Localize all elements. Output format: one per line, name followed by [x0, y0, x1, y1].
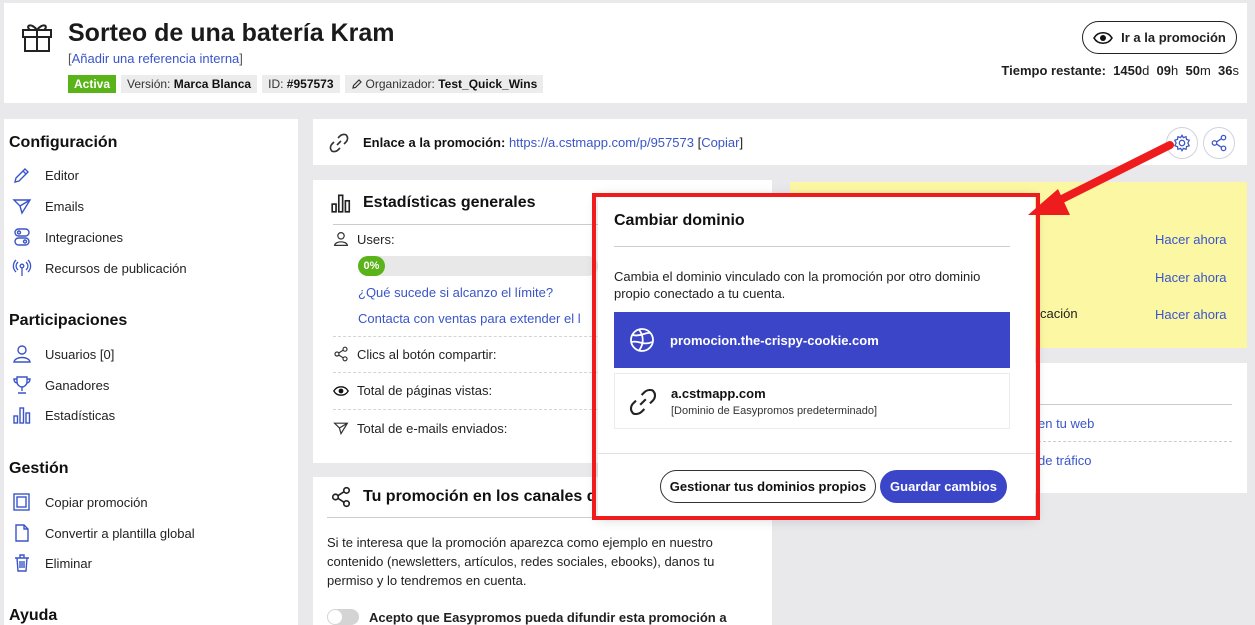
document-icon — [15, 524, 29, 542]
share-icon — [331, 486, 351, 508]
send-icon — [12, 199, 32, 215]
promotion-link-text: Enlace a la promoción: https://a.cstmapp… — [363, 135, 744, 150]
page-views-row: Total de páginas vistas: — [333, 383, 492, 398]
users-progress-bar: 0% — [358, 256, 598, 276]
contact-sales-link[interactable]: Contacta con ventas para extender el l — [358, 311, 581, 326]
sidebar-item-winners[interactable]: Ganadores — [12, 375, 109, 395]
pencil-icon — [351, 79, 362, 89]
sidebar-item-users[interactable]: Usuarios [0] — [12, 344, 114, 364]
domain-option-default[interactable]: a.cstmapp.com [Dominio de Easypromos pre… — [614, 373, 1010, 429]
copy-icon — [13, 493, 30, 511]
participations-section-title: Participaciones — [9, 312, 128, 329]
go-to-promotion-button[interactable]: Ir a la promoción — [1082, 21, 1237, 54]
sidebar-item-convert-template[interactable]: Convertir a plantilla global — [12, 523, 195, 543]
user-icon — [333, 232, 349, 246]
bar-chart-icon — [331, 194, 351, 213]
status-badge: Activa — [68, 75, 117, 93]
diffusion-toggle[interactable] — [327, 609, 359, 625]
config-section-title: Configuración — [9, 134, 118, 151]
add-internal-ref-link[interactable]: Añadir una referencia interna — [72, 51, 240, 66]
time-remaining: Tiempo restante: 1450d 09h 50m 36s — [1001, 63, 1239, 78]
gift-icon — [22, 24, 52, 52]
divider — [598, 453, 1035, 454]
sidebar-item-emails[interactable]: Emails — [12, 196, 84, 216]
channels-title: Tu promoción en los canales d — [363, 488, 597, 505]
divider — [1038, 441, 1232, 442]
bar-chart-icon — [13, 407, 31, 424]
share-icon — [1211, 134, 1227, 152]
save-changes-button[interactable]: Guardar cambios — [880, 470, 1007, 503]
eye-icon — [333, 385, 349, 396]
link-icon — [329, 133, 349, 153]
divider — [327, 517, 767, 518]
sidebar-item-publication-resources[interactable]: Recursos de publicación — [12, 258, 187, 278]
user-icon — [13, 345, 31, 363]
modal-title: Cambiar dominio — [614, 212, 745, 229]
globe-icon — [630, 328, 654, 352]
copy-link[interactable]: Copiar — [701, 135, 739, 150]
pencil-icon — [14, 168, 29, 183]
do-now-link-2[interactable]: Hacer ahora — [1155, 270, 1227, 285]
version-badge: Versión: Marca Blanca — [121, 75, 258, 93]
share-clicks-row: Clics al botón compartir: — [333, 346, 496, 362]
sidebar-item-editor[interactable]: Editor — [12, 165, 79, 185]
sidebar-item-delete[interactable]: Eliminar — [12, 553, 92, 573]
do-now-link-1[interactable]: Hacer ahora — [1155, 232, 1227, 247]
sidebar-item-statistics[interactable]: Estadísticas — [12, 405, 115, 425]
share-icon — [334, 346, 348, 362]
web-link[interactable]: en tu web — [1038, 416, 1094, 431]
promotion-header: Sorteo de una batería Kram [Añadir una r… — [4, 3, 1247, 103]
diffusion-consent: Acepto que Easypromos pueda difundir est… — [327, 609, 727, 625]
sidebar: Configuración Editor Emails Integracione… — [4, 119, 298, 625]
change-domain-modal: Cambiar dominio Cambia el dominio vincul… — [598, 195, 1035, 517]
link-icon — [629, 388, 657, 416]
stats-title: Estadísticas generales — [363, 194, 536, 211]
domain-option-custom[interactable]: promocion.the-crispy-cookie.com — [614, 312, 1010, 368]
sidebar-item-copy[interactable]: Copiar promoción — [12, 492, 148, 512]
trash-icon — [15, 554, 29, 572]
emails-sent-row: Total de e-mails enviados: — [333, 420, 507, 436]
manage-domains-button[interactable]: Gestionar tus dominios propios — [660, 470, 876, 503]
do-now-link-3[interactable]: Hacer ahora — [1155, 307, 1227, 322]
id-badge: ID: #957573 — [262, 75, 340, 93]
organizer-badge: Organizador: Test_Quick_Wins — [344, 75, 544, 93]
page-title: Sorteo de una batería Kram — [68, 19, 395, 47]
channels-description: Si te interesa que la promoción aparezca… — [327, 535, 715, 588]
sidebar-item-integrations[interactable]: Integraciones — [12, 227, 123, 247]
broadcast-icon — [12, 259, 32, 276]
traffic-link[interactable]: de tráfico — [1038, 453, 1091, 468]
promotion-url-link[interactable]: https://a.cstmapp.com/p/957573 — [509, 135, 694, 150]
partial-task-text: cación — [1040, 306, 1078, 321]
share-button[interactable] — [1203, 127, 1235, 159]
users-row: Users: — [333, 231, 395, 247]
divider — [1038, 404, 1232, 405]
send-icon — [333, 422, 349, 436]
badges: Activa Versión: Marca Blanca ID: #957573… — [68, 75, 544, 93]
modal-description: Cambia el dominio vinculado con la promo… — [614, 269, 981, 301]
internal-ref-line: [Añadir una referencia interna] — [68, 51, 243, 66]
eye-icon — [1093, 31, 1114, 44]
divider — [614, 246, 1010, 247]
management-section-title: Gestión — [9, 460, 69, 477]
users-progress-fill: 0% — [358, 256, 385, 276]
help-section-title: Ayuda — [9, 607, 58, 624]
limit-info-link[interactable]: ¿Qué sucede si alcanzo el límite? — [358, 285, 553, 300]
trophy-icon — [13, 376, 31, 394]
annotation-arrow — [1028, 141, 1174, 215]
integrations-icon — [14, 228, 30, 246]
